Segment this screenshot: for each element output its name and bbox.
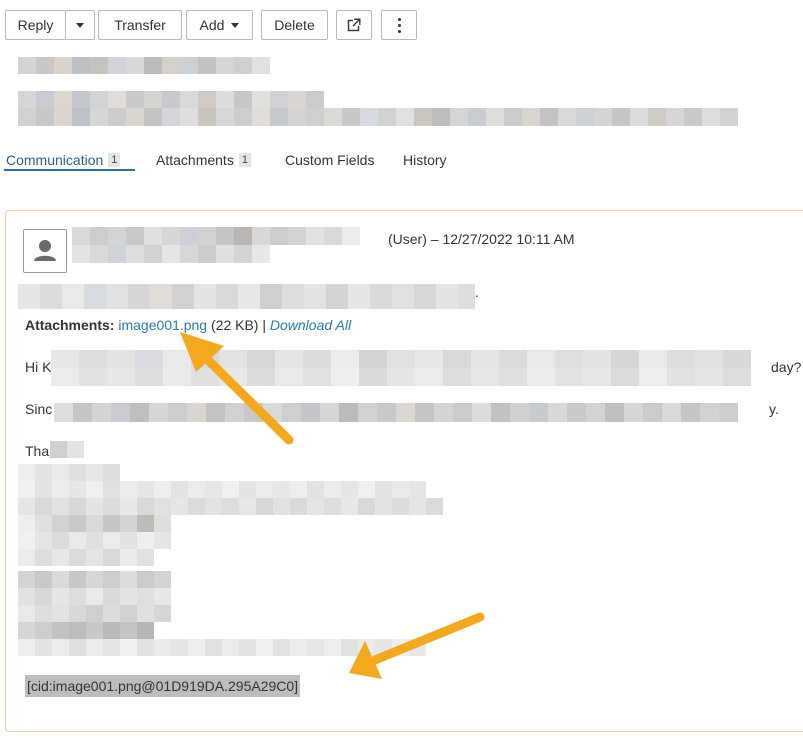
attachment-link[interactable]: image001.png xyxy=(118,317,207,333)
attachments-line: Attachments: image001.png (22 KB) | Down… xyxy=(25,317,351,333)
redacted-body-line xyxy=(50,441,84,458)
reply-button[interactable]: Reply xyxy=(5,10,66,40)
redacted-body-line xyxy=(51,368,751,386)
add-label: Add xyxy=(199,17,225,33)
sender-meta: (User) – 12/27/2022 10:11 AM xyxy=(388,231,575,247)
body-fragment: Sinc xyxy=(25,401,53,417)
tab-bar: Communication 1 Attachments 1 Custom Fie… xyxy=(0,148,803,178)
tab-attachments[interactable]: Attachments 1 xyxy=(156,152,251,168)
attachment-size: (22 KB) | xyxy=(211,317,266,333)
tab-label: Communication xyxy=(6,152,104,168)
tab-label: History xyxy=(403,152,447,168)
tab-label: Custom Fields xyxy=(285,152,375,168)
external-link-icon xyxy=(347,18,361,32)
redacted-subtitle-1 xyxy=(18,91,324,108)
tab-custom-fields[interactable]: Custom Fields xyxy=(285,152,374,168)
tab-label: Attachments xyxy=(156,152,234,168)
body-fragment: Tha xyxy=(25,443,50,459)
reply-options-button[interactable] xyxy=(65,10,95,40)
redacted-title xyxy=(18,57,270,74)
attachments-label: Attachments: xyxy=(25,317,115,333)
add-button[interactable]: Add xyxy=(186,10,253,40)
redacted-subject xyxy=(18,284,475,309)
redacted-body-line xyxy=(54,403,738,422)
tab-communication[interactable]: Communication 1 xyxy=(6,152,121,168)
avatar xyxy=(23,229,67,273)
body-fragment: day? xyxy=(771,359,802,375)
redacted-subtitle-2 xyxy=(18,108,738,126)
chevron-down-icon xyxy=(76,22,84,28)
delete-label: Delete xyxy=(274,17,315,33)
cid-reference: [cid:image001.png@01D919DA.295A29C0] xyxy=(25,675,301,697)
redacted-sender-email xyxy=(72,245,270,263)
tab-count-badge: 1 xyxy=(238,153,251,167)
more-vertical-icon xyxy=(397,17,401,33)
transfer-button[interactable]: Transfer xyxy=(98,10,182,40)
chevron-down-icon xyxy=(231,22,240,28)
transfer-label: Transfer xyxy=(114,17,166,33)
body-fragment: Hi K xyxy=(25,359,52,375)
user-icon xyxy=(34,240,56,261)
reply-label: Reply xyxy=(17,17,54,33)
tab-history[interactable]: History xyxy=(403,152,447,168)
subject-end: . xyxy=(475,284,479,300)
body-fragment: y. xyxy=(769,401,779,417)
delete-button[interactable]: Delete xyxy=(261,10,328,40)
redacted-sender-name xyxy=(72,227,360,245)
more-actions-button[interactable] xyxy=(381,10,417,40)
active-tab-indicator xyxy=(4,169,135,171)
tab-count-badge: 1 xyxy=(108,153,121,167)
open-external-button[interactable] xyxy=(336,10,372,40)
download-all-link[interactable]: Download All xyxy=(270,317,351,333)
